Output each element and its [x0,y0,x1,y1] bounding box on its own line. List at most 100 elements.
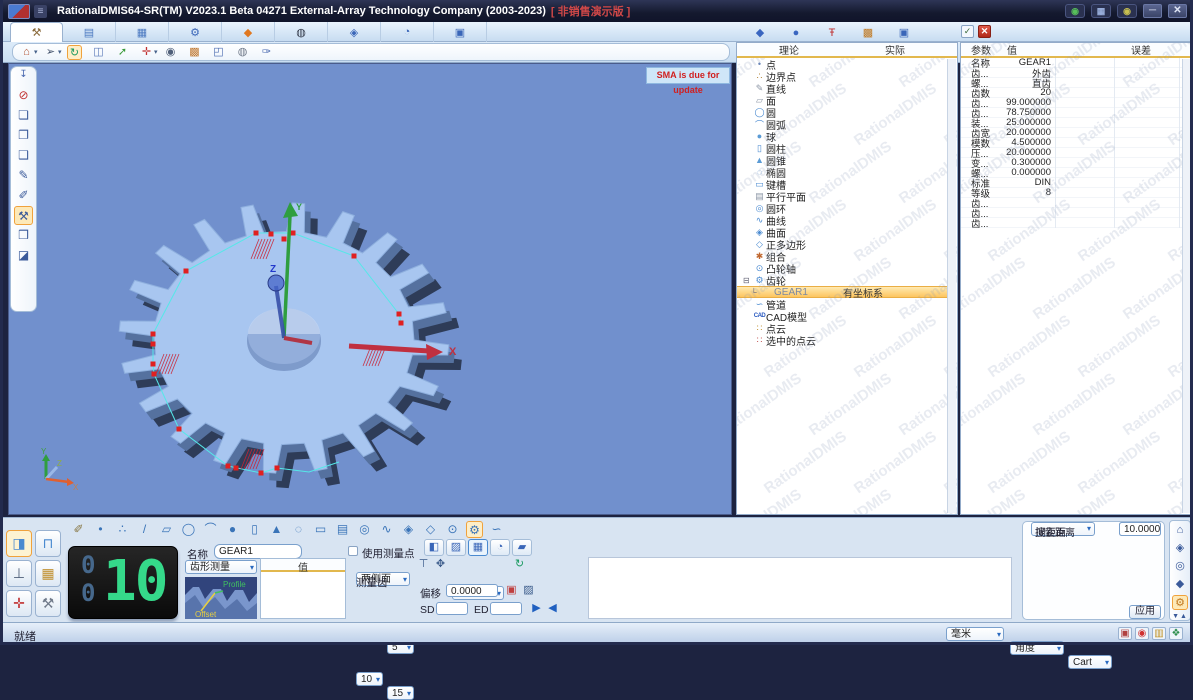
tree-item[interactable]: ∷ 选中的点云 [737,334,957,348]
point-icon[interactable]: • [92,521,109,538]
status-icon-link[interactable]: ❖ [1169,627,1183,640]
tree-header-theory[interactable]: 理论 [737,43,841,57]
cylinder-icon[interactable]: ▯ [246,521,263,538]
probe-key-icon[interactable]: ✥ [433,558,448,572]
boundary-point-icon[interactable]: ∴ [114,521,131,538]
cycle-icon[interactable]: ↻ [512,558,527,572]
brush-button[interactable]: ✑ [259,45,280,60]
panel-check-icon[interactable]: ✓ [961,25,974,38]
offset-tool-icon-2[interactable]: ▨ [521,584,536,598]
rp-tab-5[interactable]: ▣ [886,23,922,42]
measure-tool-icon[interactable]: ✐ [70,521,87,538]
probe-tool-3-button[interactable]: ❑ [14,146,33,165]
status-icon-alarm[interactable]: ◉ [1135,627,1149,640]
params-scrollbar[interactable] [1182,59,1191,513]
probe-dir-icon[interactable]: ⊤ [416,558,431,572]
rp-tab-4[interactable]: ▩ [850,23,886,42]
ribbon-tab-3[interactable]: ▦ [116,22,169,42]
tooth-step2-select[interactable]: 15 [387,686,414,700]
marquee-select-button[interactable]: ◫ [91,45,112,60]
strip-home-button[interactable]: ⌂ [1172,523,1188,538]
play-back-icon[interactable]: ◀ [545,602,560,616]
palette-button[interactable]: ▩ [187,45,208,60]
panel-close-icon[interactable]: ✕ [978,25,991,38]
parallel-planes-icon[interactable]: ▤ [334,521,351,538]
probe-tool-1-button[interactable]: ❏ [14,106,33,125]
coord-select[interactable]: Cart [1068,655,1112,669]
home-button[interactable]: ⌂ ▾ [19,45,40,60]
ribbon-tab-2[interactable]: ▤ [63,22,116,42]
param-header-error[interactable]: 误差 [1131,43,1151,57]
gear-3d-view[interactable]: Y Z X Y Z X [9,64,731,514]
probe-tool-2-button[interactable]: ❐ [14,126,33,145]
status-icon-level[interactable]: ▥ [1152,627,1166,640]
menu-icon[interactable]: ≡ [34,4,47,18]
units-select[interactable]: 毫米 [946,627,1004,641]
probe-sketch-button[interactable]: ✎ [14,166,33,185]
minimize-button[interactable]: ─ [1143,4,1162,18]
status-chip-3[interactable]: ◉ [1117,4,1137,18]
ribbon-tab-6[interactable]: ◍ [275,22,328,42]
cube-label-button[interactable]: ◰ [211,45,232,60]
probe-tool-4-button[interactable]: ❒ [14,226,33,245]
ribbon-tab-8[interactable]: ◔ [381,22,434,42]
sd-input[interactable] [436,602,468,615]
mini-tab-2[interactable]: ▨ [446,539,466,556]
rp-tab-features[interactable]: ◆ [742,23,778,42]
offset-input[interactable]: 0.0000 [446,584,498,597]
angle-select[interactable]: 角度 [1010,641,1064,655]
arc-icon[interactable]: ⌒ [202,521,219,538]
value-table[interactable]: 值 [260,558,346,619]
tree-header-actual[interactable]: 实际 [841,43,949,57]
barrel-button[interactable]: ◍ [235,45,256,60]
probe-active-button[interactable]: ⚒ [14,206,33,225]
line-icon[interactable]: / [136,521,153,538]
rp-tab-3[interactable]: Ŧ [814,23,850,42]
pipe-icon[interactable]: ∽ [488,521,505,538]
polygon-icon[interactable]: ◇ [422,521,439,538]
tree-scrollbar[interactable] [947,59,956,513]
ed-input[interactable] [490,602,522,615]
status-icon-grid[interactable]: ▣ [1118,627,1132,640]
use-measure-points-checkbox[interactable] [348,546,358,556]
viewport-3d[interactable]: Y Z X Y Z X SMA is due for update [8,63,732,515]
export-button[interactable]: ➚ [115,45,136,60]
surface-icon[interactable]: ◈ [400,521,417,538]
name-input[interactable]: GEAR1 [214,544,302,559]
probe-disable-button[interactable]: ⊘ [14,86,33,105]
rp-tab-2[interactable]: ● [778,23,814,42]
status-chip-2[interactable]: ▦ [1091,4,1111,18]
mini-tab-3[interactable]: ▦ [468,539,488,556]
ribbon-tab-7[interactable]: ◈ [328,22,381,42]
param-header-value[interactable]: 值 [995,43,1029,57]
apply-button[interactable]: 应用 [1129,605,1161,619]
mini-tab-4[interactable]: ◔ [490,539,510,556]
ribbon-tab-4[interactable]: ⚙ [169,22,222,42]
refresh-button[interactable]: ↻ [67,44,88,60]
axes-origin-button[interactable]: ✛ [6,590,32,617]
ribbon-tab-1[interactable]: ⚒ [10,22,63,42]
mini-tab-5[interactable]: ▰ [512,539,532,556]
strip-scroll-arrows[interactable]: ▼▲ [1172,613,1188,620]
play-forward-icon[interactable]: ▶ [529,602,544,616]
status-chip-1[interactable]: ◉ [1065,4,1085,18]
crate-button[interactable]: ▦ [35,560,61,587]
cube-view-button[interactable]: ◨ [6,530,32,557]
select-cursor-button[interactable]: ➢ ▾ [43,45,64,60]
torus-icon[interactable]: ◎ [356,521,373,538]
probe-pen-button[interactable]: ✐ [14,186,33,205]
plane-icon[interactable]: ▱ [158,521,175,538]
circle-icon[interactable]: ◯ [180,521,197,538]
close-button[interactable]: ✕ [1168,4,1187,18]
ellipse-icon[interactable]: ◌ [290,521,307,538]
cone-icon[interactable]: ▲ [268,521,285,538]
mini-tab-1[interactable]: ◧ [424,539,444,556]
caliper-button[interactable]: ⊓ [35,530,61,557]
probe-button[interactable]: ⊥ [6,560,32,587]
sphere-icon[interactable]: ● [224,521,241,538]
param-row[interactable]: 齿... [961,198,1192,210]
eye-button[interactable]: ◉ [163,45,184,60]
pin-icon[interactable]: ↧ [19,69,27,85]
strip-gear-button[interactable]: ⚙ [1172,595,1188,610]
strip-probe-button[interactable]: ◆ [1172,577,1188,592]
